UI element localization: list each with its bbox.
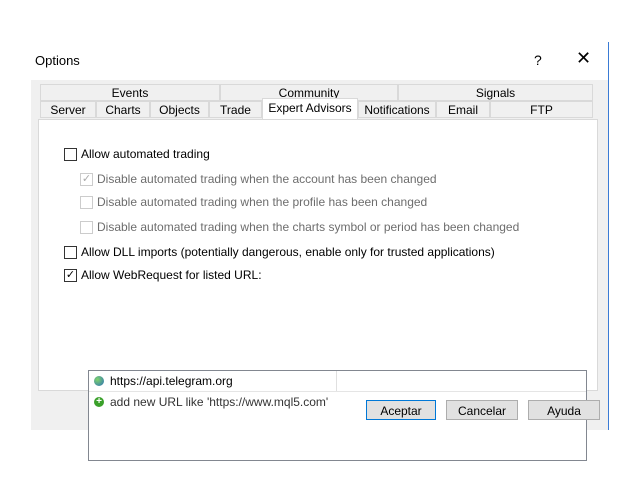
dialog-title: Options <box>35 53 80 68</box>
help-button[interactable]: ? <box>534 52 542 68</box>
expert-advisors-panel: Allow automated trading ✓ Disable automat… <box>38 119 598 461</box>
column-divider <box>336 371 337 391</box>
help-dialog-button[interactable]: Ayuda <box>528 400 600 420</box>
tab-notifications[interactable]: Notifications <box>358 101 436 118</box>
list-item[interactable]: https://api.telegram.org <box>89 371 586 392</box>
tab-server[interactable]: Server <box>40 101 96 118</box>
allow-webrequest-checkbox[interactable]: ✓ Allow WebRequest for listed URL: <box>64 268 262 282</box>
cancel-button[interactable]: Cancelar <box>446 400 518 420</box>
tab-email[interactable]: Email <box>436 101 490 118</box>
tab-expert-advisors[interactable]: Expert Advisors <box>262 98 358 119</box>
disable-on-symbol-change-checkbox: Disable automated trading when the chart… <box>80 220 519 234</box>
checkmark-icon: ✓ <box>80 172 93 186</box>
tab-objects[interactable]: Objects <box>150 101 209 118</box>
checkmark-icon[interactable]: ✓ <box>64 268 77 282</box>
tab-ftp[interactable]: FTP <box>490 101 593 118</box>
checkbox-unchecked <box>80 220 93 234</box>
title-bar: Options ? ✕ <box>31 42 608 80</box>
options-dialog: Options ? ✕ Events Community Signals Ser… <box>31 42 609 461</box>
tab-events[interactable]: Events <box>40 84 220 101</box>
ok-button[interactable]: Aceptar <box>366 400 436 420</box>
close-button[interactable]: ✕ <box>576 48 591 69</box>
allow-dll-imports-checkbox[interactable]: Allow DLL imports (potentially dangerous… <box>64 245 495 259</box>
tab-trade[interactable]: Trade <box>209 101 262 118</box>
checkbox-unchecked[interactable] <box>64 147 77 161</box>
tab-charts[interactable]: Charts <box>96 101 150 118</box>
add-icon: + <box>94 397 104 407</box>
globe-icon <box>94 376 104 386</box>
allow-automated-trading-checkbox[interactable]: Allow automated trading <box>64 147 210 161</box>
checkbox-unchecked <box>80 195 93 209</box>
disable-on-account-change-checkbox: ✓ Disable automated trading when the acco… <box>80 172 437 186</box>
disable-on-profile-change-checkbox: Disable automated trading when the profi… <box>80 195 427 209</box>
tab-signals[interactable]: Signals <box>398 84 593 101</box>
checkbox-unchecked[interactable] <box>64 245 77 259</box>
